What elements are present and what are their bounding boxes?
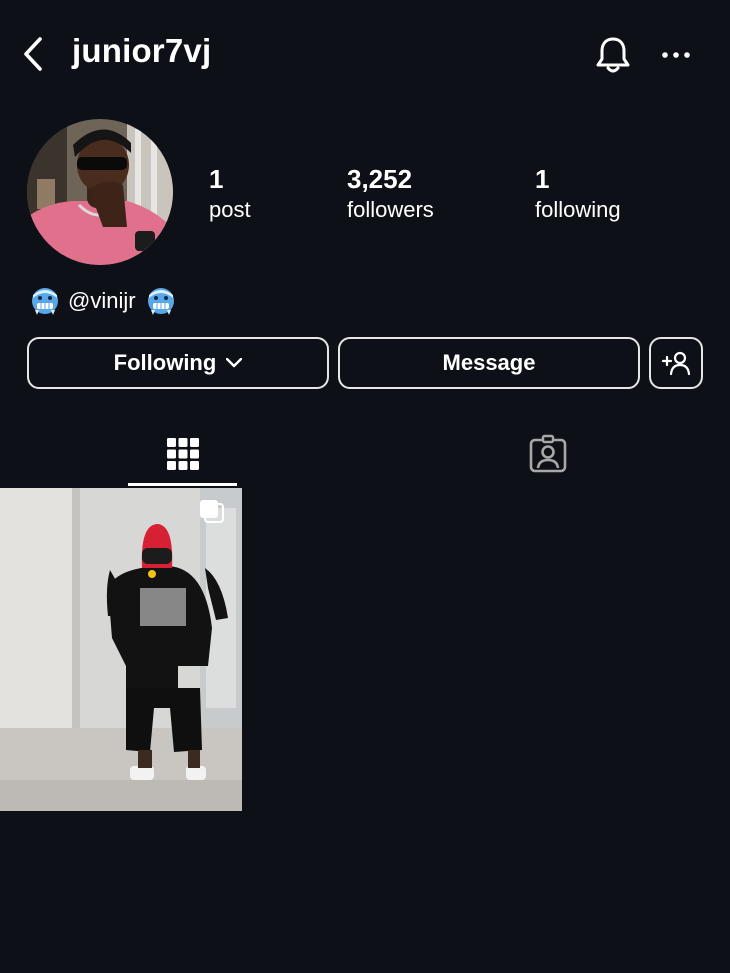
post-thumbnail[interactable] bbox=[0, 488, 242, 811]
more-options-button[interactable] bbox=[656, 38, 696, 72]
profile-bio: @vinijr bbox=[30, 284, 176, 318]
back-arrow-icon bbox=[24, 37, 42, 71]
tagged-person-icon bbox=[529, 434, 567, 472]
following-count[interactable]: 1 following bbox=[535, 163, 621, 225]
notifications-button[interactable] bbox=[592, 34, 634, 76]
message-button[interactable]: Message bbox=[338, 337, 640, 389]
posts-count-value: 1 bbox=[209, 164, 224, 194]
following-button[interactable]: Following bbox=[27, 337, 329, 389]
active-tab-indicator bbox=[128, 483, 237, 486]
add-person-icon bbox=[661, 351, 691, 376]
following-count-value: 1 bbox=[535, 164, 550, 194]
suggested-people-button[interactable] bbox=[649, 337, 703, 389]
bio-mention-link[interactable]: @vinijr bbox=[68, 288, 136, 314]
chevron-down-icon bbox=[226, 358, 243, 368]
followers-count-label: followers bbox=[347, 197, 434, 222]
followers-count-value: 3,252 bbox=[347, 164, 413, 194]
top-bar: junior7vj bbox=[0, 0, 730, 110]
posts-count: 1 post bbox=[209, 163, 251, 225]
posts-count-label: post bbox=[209, 197, 251, 222]
back-button[interactable] bbox=[18, 34, 52, 74]
bell-icon bbox=[596, 37, 630, 73]
followers-count[interactable]: 3,252 followers bbox=[347, 163, 434, 225]
cold-face-emoji-icon bbox=[147, 288, 174, 315]
following-button-label: Following bbox=[113, 350, 217, 375]
tab-posts-grid[interactable] bbox=[128, 420, 238, 487]
profile-avatar[interactable] bbox=[27, 119, 173, 265]
tab-tagged[interactable] bbox=[493, 420, 603, 487]
profile-username: junior7vj bbox=[72, 32, 212, 69]
cold-face-emoji-icon bbox=[32, 288, 58, 315]
following-count-label: following bbox=[535, 197, 621, 222]
profile-tabs bbox=[0, 420, 730, 487]
message-button-label: Message bbox=[442, 350, 536, 375]
more-icon bbox=[662, 52, 690, 58]
grid-icon bbox=[167, 437, 199, 470]
